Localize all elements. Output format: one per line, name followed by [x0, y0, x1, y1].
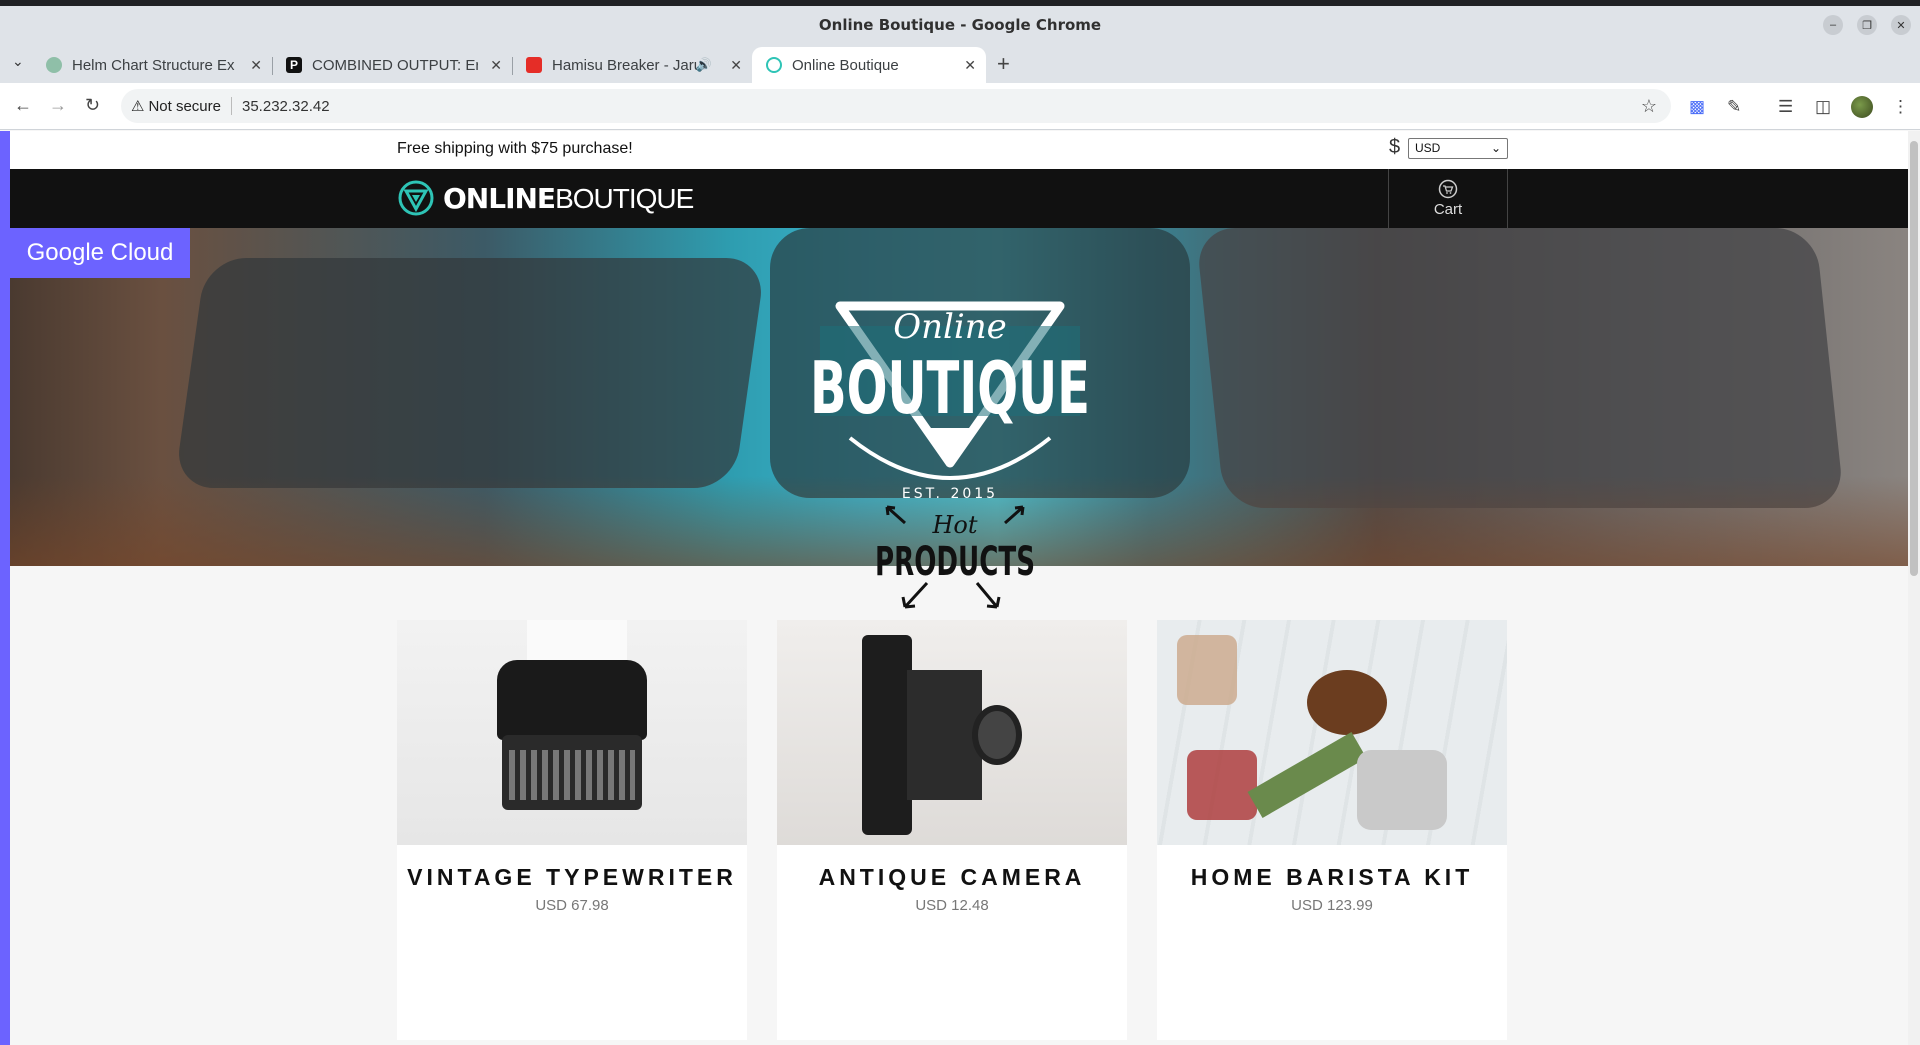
product-name[interactable]: ANTIQUE CAMERA	[777, 864, 1127, 891]
currency-value: USD	[1415, 141, 1441, 155]
hero-est-text: EST. 2015	[902, 486, 998, 502]
tab-hamisu-breaker[interactable]: Hamisu Breaker - Jaru 🔊 ✕	[512, 47, 752, 83]
restore-icon[interactable]: ❐	[1857, 15, 1877, 35]
tab-label: COMBINED OUTPUT: Err	[312, 56, 478, 74]
tab-label: Online Boutique	[792, 56, 899, 74]
google-cloud-badge[interactable]: Google Cloud	[10, 228, 190, 278]
tab-label: Helm Chart Structure Ex	[72, 56, 235, 74]
product-image-barista-kit[interactable]	[1157, 620, 1507, 845]
url-text[interactable]: 35.232.32.42	[242, 98, 330, 115]
extensions-icon[interactable]: ✎	[1727, 97, 1741, 117]
product-price: USD 12.48	[915, 897, 989, 914]
translate-icon[interactable]: ▩	[1689, 97, 1705, 117]
product-grid: VINTAGE TYPEWRITER USD 67.98 ANTIQUE CAM…	[397, 620, 1522, 1045]
product-card-barista-kit[interactable]: HOME BARISTA KIT USD 123.99	[1157, 620, 1507, 1040]
tab-combined-output[interactable]: P COMBINED OUTPUT: Err ✕	[272, 47, 512, 83]
side-panel-icon[interactable]: ◫	[1815, 97, 1831, 117]
scrollbar-thumb[interactable]	[1910, 141, 1918, 576]
omnibox-separator	[231, 97, 232, 115]
product-card-camera[interactable]: ANTIQUE CAMERA USD 12.48	[777, 620, 1127, 1040]
bookmark-star-icon[interactable]: ☆	[1641, 96, 1657, 117]
currency-select[interactable]: USD ⌄	[1408, 138, 1508, 159]
boutique-icon	[766, 57, 782, 73]
close-tab-icon[interactable]: ✕	[730, 57, 742, 74]
cart-icon	[1438, 179, 1458, 199]
dollar-icon: $	[1389, 136, 1401, 158]
minimize-icon[interactable]: –	[1823, 15, 1843, 35]
security-chip[interactable]: Not secure	[148, 98, 221, 115]
hot-script-text: Hot	[931, 511, 977, 539]
boutique-logo-icon	[398, 180, 434, 216]
cart-button[interactable]: Cart	[1388, 169, 1508, 228]
product-name[interactable]: HOME BARISTA KIT	[1157, 864, 1507, 891]
close-window-icon[interactable]: ✕	[1891, 15, 1911, 35]
hero-shoe-left	[173, 258, 767, 488]
brand-logo[interactable]: ONLINEBOUTIQUE	[397, 179, 694, 217]
site-header: ONLINEBOUTIQUE Cart	[10, 169, 1908, 228]
hot-title-text: PRODUCTS	[875, 539, 1035, 585]
reload-icon[interactable]: ↻	[85, 95, 100, 116]
address-bar[interactable]: ⚠ Not secure 35.232.32.42 ☆	[121, 89, 1671, 123]
chevron-down-icon: ⌄	[1490, 141, 1501, 155]
browser-toolbar: ← → ↻ ⚠ Not secure 35.232.32.42 ☆ ▩ ✎ ☰ …	[0, 83, 1920, 130]
back-icon[interactable]: ←	[14, 95, 32, 116]
tab-strip: ⌄ Helm Chart Structure Ex ✕ P COMBINED O…	[0, 43, 1920, 83]
profile-avatar[interactable]	[1851, 96, 1873, 118]
window-titlebar: Online Boutique - Google Chrome – ❐ ✕	[0, 6, 1920, 43]
free-shipping-text: Free shipping with $75 purchase!	[397, 140, 633, 157]
close-tab-icon[interactable]: ✕	[490, 57, 502, 74]
product-card-typewriter[interactable]: VINTAGE TYPEWRITER USD 67.98	[397, 620, 747, 1040]
product-image-typewriter[interactable]	[397, 620, 747, 845]
hero-title-text: BOUTIQUE	[810, 346, 1090, 430]
page-left-accent-bar	[0, 131, 10, 1045]
hot-products-heading: Hot PRODUCTS	[875, 505, 1035, 609]
close-tab-icon[interactable]: ✕	[964, 57, 976, 74]
window-title: Online Boutique - Google Chrome	[818, 15, 1102, 34]
menu-icon[interactable]: ⋮	[1892, 97, 1909, 117]
youtube-icon	[526, 57, 542, 73]
page-scrollbar[interactable]	[1908, 131, 1920, 1045]
product-price: USD 67.98	[535, 897, 609, 914]
media-controls-icon[interactable]: ☰	[1778, 97, 1793, 117]
forward-icon[interactable]: →	[49, 95, 67, 116]
perplexity-icon: P	[286, 57, 302, 73]
cart-label: Cart	[1433, 201, 1463, 218]
hero-script-text: Online	[893, 307, 1007, 347]
product-image-camera[interactable]	[777, 620, 1127, 845]
promo-bar: Free shipping with $75 purchase! $ USD ⌄	[10, 131, 1908, 169]
tab-label: Hamisu Breaker - Jaru	[552, 56, 702, 74]
tab-search-icon[interactable]: ⌄	[12, 53, 24, 70]
close-tab-icon[interactable]: ✕	[250, 57, 262, 74]
warning-icon[interactable]: ⚠	[131, 97, 144, 115]
tab-helm-chart[interactable]: Helm Chart Structure Ex ✕	[32, 47, 272, 83]
brand-bold: ONLINE	[443, 181, 556, 215]
hero-boutique-logo: Online BOUTIQUE EST. 2015	[810, 301, 1090, 502]
page-viewport: Free shipping with $75 purchase! $ USD ⌄…	[10, 131, 1908, 1045]
chatgpt-icon	[46, 57, 62, 73]
brand-light: BOUTIQUE	[555, 182, 694, 214]
product-name[interactable]: VINTAGE TYPEWRITER	[397, 864, 747, 891]
new-tab-icon[interactable]: +	[997, 51, 1010, 77]
tab-online-boutique[interactable]: Online Boutique ✕	[752, 47, 986, 83]
hero-shoe-right	[1195, 228, 1845, 508]
audio-playing-icon[interactable]: 🔊	[696, 57, 712, 73]
product-price: USD 123.99	[1291, 897, 1373, 914]
